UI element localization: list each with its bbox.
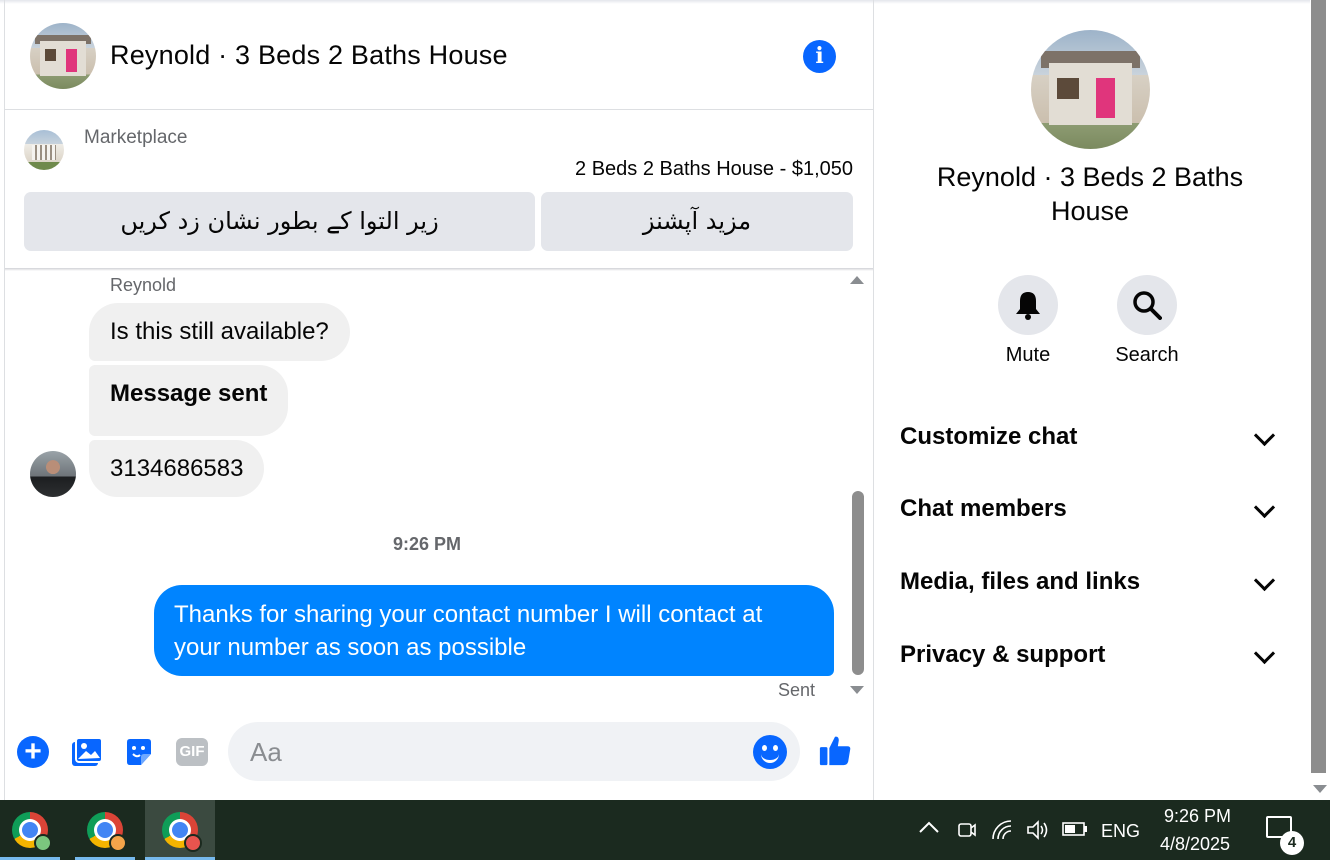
mute-button[interactable] [998, 275, 1058, 335]
more-options-button[interactable]: مزید آپشنز [541, 192, 853, 251]
sender-name: Reynold [110, 275, 177, 295]
meet-icon[interactable] [957, 819, 977, 846]
page-scroll-down-arrow[interactable] [1313, 785, 1327, 793]
bell-icon [1016, 292, 1040, 320]
page-scrollbar[interactable] [1311, 0, 1326, 773]
incoming-message[interactable]: Message sent [89, 365, 289, 436]
marketplace-label: Marketplace [84, 127, 188, 148]
chrome-icon [87, 812, 127, 852]
mark-as-pending-button[interactable]: زیر التوا کے بطور نشان زد کریں [24, 192, 535, 251]
house-photo [30, 23, 96, 89]
plus-icon[interactable]: + [16, 735, 50, 769]
messages-scrollbar[interactable] [852, 491, 864, 675]
privacy-support-section[interactable]: Privacy & support [900, 636, 1280, 676]
notification-count-badge: 4 [1280, 831, 1304, 855]
profile-avatar[interactable] [1031, 30, 1150, 149]
scroll-down-arrow[interactable] [850, 686, 864, 694]
chrome-icon [12, 812, 52, 852]
taskbar-chrome-profile-3[interactable] [145, 800, 215, 860]
message-status: Sent [778, 680, 816, 700]
wifi-icon[interactable] [991, 819, 1015, 846]
conversation-title[interactable]: Reynold · 3 Beds 2 Baths House [110, 40, 508, 71]
clock-date[interactable]: 4/8/2025 [1160, 834, 1230, 855]
scroll-up-arrow[interactable] [850, 276, 864, 284]
search-label: Search [1115, 344, 1179, 366]
pane-divider [873, 0, 874, 800]
sticker-icon[interactable] [122, 735, 156, 769]
message-timestamp: 9:26 PM [392, 534, 462, 554]
listing-title[interactable]: 2 Beds 2 Baths House - $1,050 [575, 158, 853, 181]
chevron-down-icon [1253, 642, 1276, 665]
chat-members-section[interactable]: Chat members [900, 490, 1280, 530]
chrome-icon [162, 812, 202, 852]
section-label: Media, files and links [900, 568, 1141, 595]
chevron-up-icon[interactable] [918, 818, 940, 839]
house-photo [1031, 30, 1150, 149]
volume-icon[interactable] [1026, 819, 1050, 846]
taskbar: ENG 9:26 PM 4/8/2025 [0, 800, 1330, 860]
like-icon[interactable] [818, 733, 852, 767]
section-label: Privacy & support [900, 641, 1106, 668]
outgoing-message[interactable]: Thanks for sharing your contact number I… [154, 585, 834, 676]
battery-icon[interactable] [1062, 821, 1088, 842]
media-files-links-section[interactable]: Media, files and links [900, 563, 1280, 603]
listing-thumbnail[interactable] [24, 130, 64, 170]
section-label: Customize chat [900, 423, 1078, 450]
banner-shadow [5, 268, 873, 271]
profile-name: Reynold · 3 Beds 2 Baths House [936, 162, 1244, 226]
message-input[interactable] [248, 722, 742, 783]
chevron-down-icon [1253, 496, 1276, 519]
info-icon[interactable]: i [803, 40, 836, 73]
customize-chat-section[interactable]: Customize chat [900, 418, 1280, 458]
search-button[interactable] [1117, 275, 1177, 335]
clock-time[interactable]: 9:26 PM [1164, 806, 1231, 827]
chevron-down-icon [1253, 424, 1276, 447]
emoji-icon[interactable] [753, 735, 787, 769]
taskbar-chrome-profile-2[interactable] [75, 800, 135, 860]
search-icon [1133, 291, 1162, 320]
language-indicator[interactable]: ENG [1101, 821, 1140, 842]
gif-icon[interactable]: GIF [175, 735, 209, 769]
left-border [4, 0, 5, 800]
section-label: Chat members [900, 495, 1067, 522]
contact-avatar[interactable] [30, 23, 96, 89]
incoming-message[interactable]: Is this still available? [89, 303, 350, 361]
mute-label: Mute [1005, 344, 1051, 366]
chevron-down-icon [1253, 569, 1276, 592]
chat-pane: Reynold · 3 Beds 2 Baths House i Marketp… [0, 0, 1310, 800]
top-shadow [0, 0, 1310, 4]
header-divider [5, 109, 873, 110]
message-input-container[interactable] [228, 722, 800, 783]
photo-icon[interactable] [70, 735, 104, 769]
sender-avatar[interactable] [30, 451, 76, 497]
incoming-message[interactable]: 3134686583 [89, 440, 265, 497]
taskbar-chrome-profile-1[interactable] [0, 800, 60, 860]
